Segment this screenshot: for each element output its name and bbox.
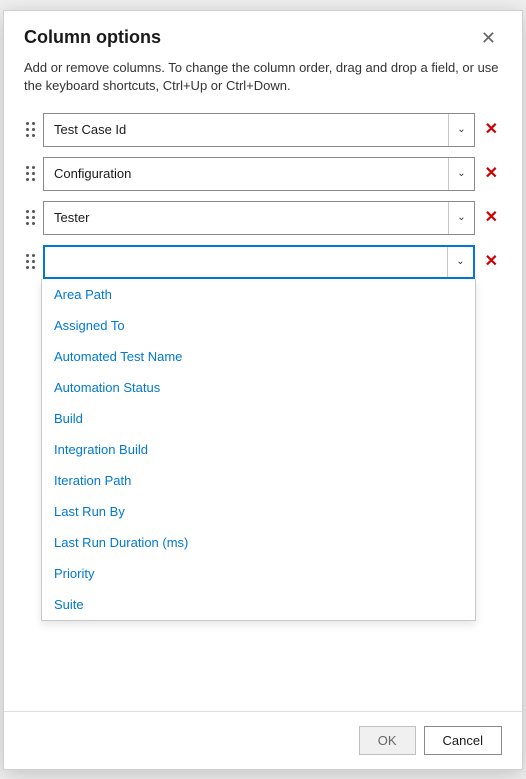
dropdown-item-priority[interactable]: Priority — [42, 558, 475, 589]
drag-handle-test-case-id[interactable] — [24, 118, 37, 141]
dropdown-item-automated-test-name[interactable]: Automated Test Name — [42, 341, 475, 372]
field-dropdown-list: Area Path Assigned To Automated Test Nam… — [41, 279, 476, 621]
field-select-tester: Tester ⌄ — [43, 201, 475, 235]
chevron-new[interactable]: ⌄ — [447, 247, 472, 277]
column-options-dialog: Column options ✕ Add or remove columns. … — [3, 10, 523, 770]
new-field-input[interactable] — [45, 247, 447, 277]
chevron-test-case-id[interactable]: ⌄ — [448, 114, 473, 146]
chevron-configuration[interactable]: ⌄ — [448, 158, 473, 190]
chevron-tester[interactable]: ⌄ — [448, 202, 473, 234]
delete-configuration[interactable]: ✕ — [481, 164, 502, 184]
field-select-new: ⌄ — [43, 245, 475, 279]
column-row-tester: Tester ⌄ ✕ — [24, 201, 502, 235]
dropdown-item-automation-status[interactable]: Automation Status — [42, 372, 475, 403]
column-row-configuration: Configuration ⌄ ✕ — [24, 157, 502, 191]
ok-button[interactable]: OK — [359, 726, 416, 755]
field-select-configuration: Configuration ⌄ — [43, 157, 475, 191]
delete-test-case-id[interactable]: ✕ — [481, 120, 502, 140]
dialog-title: Column options — [24, 27, 161, 48]
dialog-footer: OK Cancel — [4, 711, 522, 769]
dropdown-item-integration-build[interactable]: Integration Build — [42, 434, 475, 465]
dropdown-item-last-run-duration[interactable]: Last Run Duration (ms) — [42, 527, 475, 558]
cancel-button[interactable]: Cancel — [424, 726, 502, 755]
dropdown-item-last-run-by[interactable]: Last Run By — [42, 496, 475, 527]
dropdown-item-build[interactable]: Build — [42, 403, 475, 434]
field-select-test-case-id: Test Case Id ⌄ — [43, 113, 475, 147]
dropdown-item-iteration-path[interactable]: Iteration Path — [42, 465, 475, 496]
drag-handle-tester[interactable] — [24, 206, 37, 229]
column-row-test-case-id: Test Case Id ⌄ ✕ — [24, 113, 502, 147]
drag-handle-new[interactable] — [24, 250, 37, 273]
dialog-body: Test Case Id ⌄ ✕ Configuration ⌄ ✕ — [4, 109, 522, 711]
dialog-header: Column options ✕ — [4, 11, 522, 59]
dialog-description: Add or remove columns. To change the col… — [4, 59, 522, 109]
dropdown-item-area-path[interactable]: Area Path — [42, 279, 475, 310]
field-select-text-tester: Tester — [44, 210, 448, 225]
field-select-text-configuration: Configuration — [44, 166, 448, 181]
drag-handle-configuration[interactable] — [24, 162, 37, 185]
column-row-new: ⌄ Area Path Assigned To Automated Test N… — [24, 245, 502, 279]
new-field-wrapper: ⌄ Area Path Assigned To Automated Test N… — [43, 245, 475, 279]
close-button[interactable]: ✕ — [475, 27, 502, 49]
delete-tester[interactable]: ✕ — [481, 208, 502, 228]
dropdown-item-assigned-to[interactable]: Assigned To — [42, 310, 475, 341]
delete-new[interactable]: ✕ — [481, 252, 502, 272]
dropdown-item-suite[interactable]: Suite — [42, 589, 475, 620]
field-select-text-test-case-id: Test Case Id — [44, 122, 448, 137]
